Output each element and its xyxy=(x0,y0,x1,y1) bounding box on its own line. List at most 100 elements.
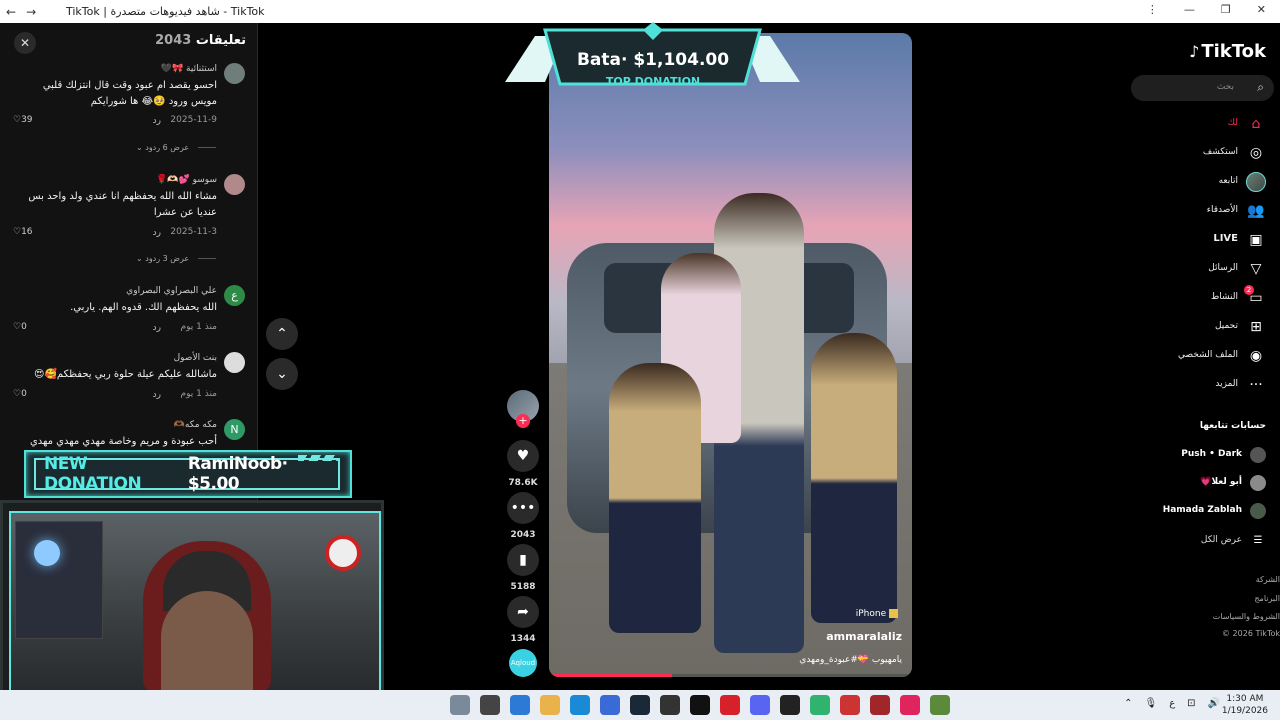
comment-username[interactable]: استثنائية 🎀🖤 xyxy=(161,64,217,74)
comment-action[interactable]: ••• 2043 xyxy=(507,492,539,540)
tf-icon[interactable] xyxy=(870,695,890,715)
app-green-icon[interactable] xyxy=(930,695,950,715)
search-icon[interactable]: ⌕ xyxy=(1257,80,1264,95)
search-placeholder: بحث xyxy=(1216,82,1234,92)
likes-count: 39 xyxy=(21,115,33,125)
task-view-icon[interactable] xyxy=(480,695,500,715)
comment-likes[interactable]: 0♡ xyxy=(13,322,27,332)
close-comments-button[interactable]: ✕ xyxy=(14,32,36,54)
steam-icon[interactable] xyxy=(630,695,650,715)
heart-icon[interactable]: ♥ xyxy=(507,440,539,472)
sidebar-item-profile[interactable]: ◉ الملف الشخصي xyxy=(1126,346,1266,368)
maximize-button[interactable]: ❐ xyxy=(1221,3,1231,16)
scroll-down-button[interactable]: ⌄ xyxy=(266,358,298,390)
footer-terms[interactable]: الشروط والسياسات xyxy=(1213,612,1280,621)
like-action[interactable]: ♥ 78.6K xyxy=(507,440,539,488)
sidebar-item-messages[interactable]: ▽ الرسائل xyxy=(1126,259,1266,281)
input-language[interactable]: ع xyxy=(1169,698,1175,709)
volume-icon[interactable]: 🔊 xyxy=(1208,698,1220,709)
comment-item: سوسو 💕🫶🏻🌹 مشاء الله الله يحفظهم انا عندي… xyxy=(13,174,245,244)
comment-likes[interactable]: 0♡ xyxy=(13,389,27,399)
taskbar-clock[interactable]: 1:30 AM 1/19/2026 xyxy=(1222,693,1268,717)
comment-item: بنت الأصول ماشالله عليكم عيلة حلوة ربي ي… xyxy=(13,352,245,407)
bookmark-icon[interactable]: ▮ xyxy=(507,544,539,576)
comment-username[interactable]: سوسو 💕🫶🏻🌹 xyxy=(156,175,217,185)
comment-avatar[interactable] xyxy=(224,63,245,84)
reply-button[interactable]: رد xyxy=(153,390,161,400)
comment-text: أحب عبودة و مريم وخاصة مهدي مهدي مهدي xyxy=(29,436,217,447)
following-account[interactable]: Hamada Zablah xyxy=(1126,502,1266,522)
sidebar-item-for-you[interactable]: ⌂ لك xyxy=(1126,114,1266,136)
forward-button[interactable]: → xyxy=(26,5,36,19)
reply-button[interactable]: رد xyxy=(153,116,161,126)
comment-likes[interactable]: 39♡ xyxy=(13,115,33,125)
comment-avatar[interactable]: N xyxy=(224,419,245,440)
footer-program[interactable]: البرنامج xyxy=(1254,594,1280,603)
comment-text: الله يحفظهم الك. قدوه الهم. ياربي. xyxy=(70,302,217,313)
tray-chevron-icon[interactable]: ⌃ xyxy=(1124,698,1132,709)
android-icon[interactable] xyxy=(810,695,830,715)
minimize-button[interactable]: — xyxy=(1184,3,1195,16)
store-icon[interactable] xyxy=(510,695,530,715)
upload-icon: ⊞ xyxy=(1250,319,1262,335)
opera-icon[interactable] xyxy=(720,695,740,715)
likes-count: 0 xyxy=(21,389,27,399)
close-window-button[interactable]: ✕ xyxy=(1257,3,1266,16)
comment-avatar[interactable] xyxy=(224,174,245,195)
share-action[interactable]: ➦ 1344 xyxy=(507,596,539,644)
comment-username[interactable]: علي البصراوي البصراوي xyxy=(126,286,217,296)
outlook-icon[interactable] xyxy=(600,695,620,715)
microphone-icon[interactable]: 🎙 xyxy=(1144,698,1157,709)
sidebar-item-following[interactable]: اتابعه xyxy=(1126,172,1266,194)
comments-title-text: تعليقات xyxy=(195,33,246,48)
reply-button[interactable]: رد xyxy=(153,228,161,238)
reply-button[interactable]: رد xyxy=(153,323,161,333)
show-all-following[interactable]: ☰ عرض الكل xyxy=(1126,532,1266,552)
view-replies-button[interactable]: عرض 6 ردود ⌄ xyxy=(136,143,216,152)
follow-plus-button[interactable]: + xyxy=(516,414,530,428)
obs-icon[interactable] xyxy=(780,695,800,715)
video-player[interactable]: iPhone ammaralaliz يامهيوب 💝#عبودة_ومهدي xyxy=(549,33,912,677)
sidebar-item-live[interactable]: ▣ LIVE xyxy=(1126,230,1266,252)
tiktok-logo[interactable]: ♪ TikTok xyxy=(1189,41,1266,62)
comment-bubble-icon[interactable]: ••• xyxy=(507,492,539,524)
scroll-up-button[interactable]: ⌃ xyxy=(266,318,298,350)
back-button[interactable]: ← xyxy=(6,5,16,19)
sidebar-item-upload[interactable]: ⊞ تحميل xyxy=(1126,317,1266,339)
comment-username[interactable]: مكه مكه🫶🏾 xyxy=(174,420,217,430)
following-account[interactable]: Push • Dark xyxy=(1126,446,1266,466)
sidebar-item-label: لك xyxy=(1227,118,1238,128)
widgets-icon[interactable] xyxy=(450,695,470,715)
save-action[interactable]: ▮ 5188 xyxy=(507,544,539,592)
search-input[interactable]: ⌕ بحث xyxy=(1131,75,1274,101)
app-red-icon[interactable] xyxy=(840,695,860,715)
sidebar-item-activity[interactable]: ▭ 2 النشاط xyxy=(1126,285,1266,310)
4k-downloader-icon[interactable] xyxy=(660,695,680,715)
video-author[interactable]: ammaralaliz xyxy=(826,630,902,643)
edge-icon[interactable] xyxy=(570,695,590,715)
file-explorer-icon[interactable] xyxy=(540,695,560,715)
comment-avatar[interactable] xyxy=(224,352,245,373)
following-account[interactable]: أبو لعلا💗 xyxy=(1126,474,1266,494)
sidebar-item-label: تحميل xyxy=(1214,321,1238,331)
heart-outline-icon: ♡ xyxy=(13,322,22,332)
comment-avatar[interactable]: ع xyxy=(224,285,245,306)
tiktok-app-icon[interactable] xyxy=(690,695,710,715)
activity-badge: 2 xyxy=(1244,285,1254,295)
sidebar-item-friends[interactable]: 👥 الأصدقاء xyxy=(1126,201,1266,223)
footer-company[interactable]: الشركة xyxy=(1256,575,1280,584)
sound-disc[interactable]: Aqloud xyxy=(509,649,537,677)
share-arrow-icon[interactable]: ➦ xyxy=(507,596,539,628)
video-progress-bar[interactable] xyxy=(549,674,912,677)
sidebar-item-more[interactable]: ··· المزيد xyxy=(1126,375,1266,397)
discord-icon[interactable] xyxy=(750,695,770,715)
network-icon[interactable]: ⊡ xyxy=(1187,698,1195,709)
comment-username[interactable]: بنت الأصول xyxy=(174,353,217,363)
tiktok-live-icon[interactable] xyxy=(900,695,920,715)
likes-count: 78.6K xyxy=(508,478,538,488)
menu-button[interactable]: ⋮ xyxy=(1147,3,1158,16)
comment-likes[interactable]: 16♡ xyxy=(13,227,33,237)
sidebar-item-explore[interactable]: ◎ استكشف xyxy=(1126,143,1266,165)
view-replies-button[interactable]: عرض 3 ردود ⌄ xyxy=(136,254,216,263)
window-controls: ⋮ — ❐ ✕ xyxy=(1147,3,1266,16)
